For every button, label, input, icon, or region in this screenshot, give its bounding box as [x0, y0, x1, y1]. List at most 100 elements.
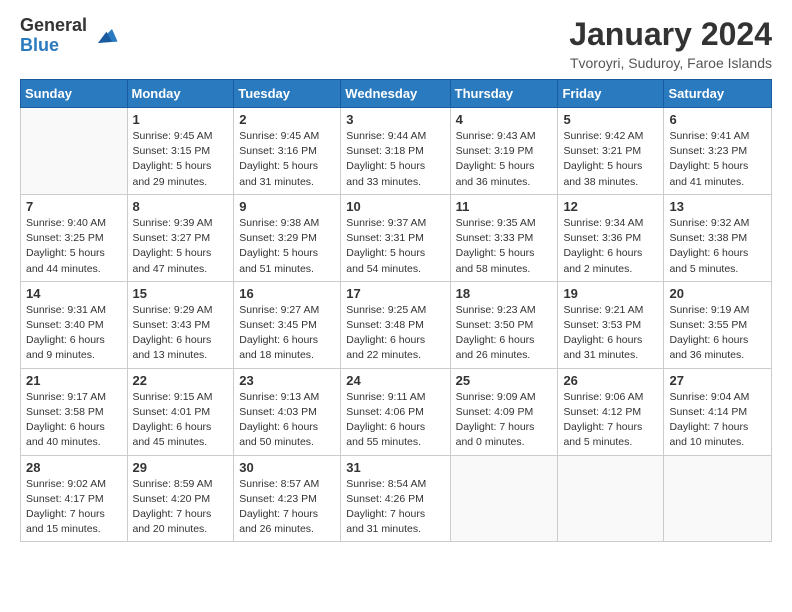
day-number: 5	[563, 112, 658, 127]
day-number: 22	[133, 373, 229, 388]
day-info: Sunrise: 9:39 AM Sunset: 3:27 PM Dayligh…	[133, 216, 229, 277]
header-wednesday: Wednesday	[341, 80, 450, 108]
logo: General Blue	[20, 16, 119, 56]
day-number: 24	[346, 373, 444, 388]
day-info: Sunrise: 9:31 AM Sunset: 3:40 PM Dayligh…	[26, 303, 122, 364]
day-number: 23	[239, 373, 335, 388]
day-number: 9	[239, 199, 335, 214]
calendar-cell: 22 Sunrise: 9:15 AM Sunset: 4:01 PM Dayli…	[127, 368, 234, 455]
calendar-cell: 12Sunrise: 9:34 AM Sunset: 3:36 PM Dayli…	[558, 194, 664, 281]
calendar-cell: 29 Sunrise: 8:59 AM Sunset: 4:20 PM Dayli…	[127, 455, 234, 542]
day-number: 7	[26, 199, 122, 214]
day-number: 4	[456, 112, 553, 127]
calendar-cell: 11 Sunrise: 9:35 AM Sunset: 3:33 PM Dayli…	[450, 194, 558, 281]
logo-general: General	[20, 16, 87, 36]
day-number: 30	[239, 460, 335, 475]
day-number: 13	[669, 199, 766, 214]
day-info: Sunrise: 8:59 AM Sunset: 4:20 PM Dayligh…	[133, 477, 229, 538]
day-info: Sunrise: 9:23 AM Sunset: 3:50 PM Dayligh…	[456, 303, 553, 364]
calendar-cell: 3Sunrise: 9:44 AM Sunset: 3:18 PM Daylig…	[341, 108, 450, 195]
calendar-cell: 16 Sunrise: 9:27 AM Sunset: 3:45 PM Dayli…	[234, 281, 341, 368]
day-info: Sunrise: 9:40 AM Sunset: 3:25 PM Dayligh…	[26, 216, 122, 277]
calendar-cell: 27Sunrise: 9:04 AM Sunset: 4:14 PM Dayli…	[664, 368, 772, 455]
day-info: Sunrise: 9:21 AM Sunset: 3:53 PM Dayligh…	[563, 303, 658, 364]
calendar-cell: 10 Sunrise: 9:37 AM Sunset: 3:31 PM Dayli…	[341, 194, 450, 281]
calendar-cell: 26Sunrise: 9:06 AM Sunset: 4:12 PM Dayli…	[558, 368, 664, 455]
calendar-cell: 14 Sunrise: 9:31 AM Sunset: 3:40 PM Dayli…	[21, 281, 128, 368]
calendar-cell: 28Sunrise: 9:02 AM Sunset: 4:17 PM Dayli…	[21, 455, 128, 542]
day-info: Sunrise: 9:13 AM Sunset: 4:03 PM Dayligh…	[239, 390, 335, 451]
day-info: Sunrise: 9:44 AM Sunset: 3:18 PM Dayligh…	[346, 129, 444, 190]
day-number: 11	[456, 199, 553, 214]
header-thursday: Thursday	[450, 80, 558, 108]
day-info: Sunrise: 9:11 AM Sunset: 4:06 PM Dayligh…	[346, 390, 444, 451]
day-info: Sunrise: 8:54 AM Sunset: 4:26 PM Dayligh…	[346, 477, 444, 538]
day-number: 27	[669, 373, 766, 388]
day-info: Sunrise: 9:34 AM Sunset: 3:36 PM Dayligh…	[563, 216, 658, 277]
calendar-cell: 1 Sunrise: 9:45 AM Sunset: 3:15 PM Daylig…	[127, 108, 234, 195]
calendar-week-row: 14 Sunrise: 9:31 AM Sunset: 3:40 PM Dayli…	[21, 281, 772, 368]
calendar-cell: 31Sunrise: 8:54 AM Sunset: 4:26 PM Dayli…	[341, 455, 450, 542]
day-info: Sunrise: 9:25 AM Sunset: 3:48 PM Dayligh…	[346, 303, 444, 364]
calendar-cell: 23 Sunrise: 9:13 AM Sunset: 4:03 PM Dayli…	[234, 368, 341, 455]
calendar-cell: 17 Sunrise: 9:25 AM Sunset: 3:48 PM Dayli…	[341, 281, 450, 368]
calendar-cell: 13 Sunrise: 9:32 AM Sunset: 3:38 PM Dayli…	[664, 194, 772, 281]
day-number: 15	[133, 286, 229, 301]
calendar-cell: 18 Sunrise: 9:23 AM Sunset: 3:50 PM Dayli…	[450, 281, 558, 368]
day-info: Sunrise: 9:15 AM Sunset: 4:01 PM Dayligh…	[133, 390, 229, 451]
logo-blue: Blue	[20, 36, 87, 56]
day-info: Sunrise: 9:19 AM Sunset: 3:55 PM Dayligh…	[669, 303, 766, 364]
calendar-cell: 24 Sunrise: 9:11 AM Sunset: 4:06 PM Dayli…	[341, 368, 450, 455]
calendar-week-row: 7 Sunrise: 9:40 AM Sunset: 3:25 PM Daylig…	[21, 194, 772, 281]
calendar-cell	[21, 108, 128, 195]
calendar-cell	[664, 455, 772, 542]
day-number: 8	[133, 199, 229, 214]
day-number: 19	[563, 286, 658, 301]
day-number: 10	[346, 199, 444, 214]
day-number: 14	[26, 286, 122, 301]
calendar-table: SundayMondayTuesdayWednesdayThursdayFrid…	[20, 79, 772, 542]
day-info: Sunrise: 9:38 AM Sunset: 3:29 PM Dayligh…	[239, 216, 335, 277]
header-monday: Monday	[127, 80, 234, 108]
day-info: Sunrise: 9:29 AM Sunset: 3:43 PM Dayligh…	[133, 303, 229, 364]
calendar-cell: 4 Sunrise: 9:43 AM Sunset: 3:19 PM Daylig…	[450, 108, 558, 195]
calendar-cell: 20 Sunrise: 9:19 AM Sunset: 3:55 PM Dayli…	[664, 281, 772, 368]
calendar-cell: 21Sunrise: 9:17 AM Sunset: 3:58 PM Dayli…	[21, 368, 128, 455]
calendar-cell: 15 Sunrise: 9:29 AM Sunset: 3:43 PM Dayli…	[127, 281, 234, 368]
day-number: 29	[133, 460, 229, 475]
day-number: 2	[239, 112, 335, 127]
day-info: Sunrise: 9:32 AM Sunset: 3:38 PM Dayligh…	[669, 216, 766, 277]
day-number: 25	[456, 373, 553, 388]
calendar-cell	[558, 455, 664, 542]
header-tuesday: Tuesday	[234, 80, 341, 108]
title-block: January 2024 Tvoroyri, Suduroy, Faroe Is…	[569, 16, 772, 71]
calendar-cell: 9 Sunrise: 9:38 AM Sunset: 3:29 PM Daylig…	[234, 194, 341, 281]
day-info: Sunrise: 9:45 AM Sunset: 3:15 PM Dayligh…	[133, 129, 229, 190]
day-info: Sunrise: 9:42 AM Sunset: 3:21 PM Dayligh…	[563, 129, 658, 190]
day-number: 20	[669, 286, 766, 301]
day-number: 18	[456, 286, 553, 301]
calendar-cell: 19 Sunrise: 9:21 AM Sunset: 3:53 PM Dayli…	[558, 281, 664, 368]
day-number: 6	[669, 112, 766, 127]
day-info: Sunrise: 9:43 AM Sunset: 3:19 PM Dayligh…	[456, 129, 553, 190]
calendar-cell: 5 Sunrise: 9:42 AM Sunset: 3:21 PM Daylig…	[558, 108, 664, 195]
calendar-cell: 8 Sunrise: 9:39 AM Sunset: 3:27 PM Daylig…	[127, 194, 234, 281]
header-friday: Friday	[558, 80, 664, 108]
day-info: Sunrise: 9:27 AM Sunset: 3:45 PM Dayligh…	[239, 303, 335, 364]
day-number: 1	[133, 112, 229, 127]
day-number: 16	[239, 286, 335, 301]
logo-icon	[91, 22, 119, 50]
calendar-cell: 2Sunrise: 9:45 AM Sunset: 3:16 PM Daylig…	[234, 108, 341, 195]
day-number: 21	[26, 373, 122, 388]
header-saturday: Saturday	[664, 80, 772, 108]
calendar-cell: 6 Sunrise: 9:41 AM Sunset: 3:23 PM Daylig…	[664, 108, 772, 195]
calendar-cell	[450, 455, 558, 542]
day-number: 28	[26, 460, 122, 475]
day-info: Sunrise: 9:37 AM Sunset: 3:31 PM Dayligh…	[346, 216, 444, 277]
calendar-cell: 25Sunrise: 9:09 AM Sunset: 4:09 PM Dayli…	[450, 368, 558, 455]
day-number: 17	[346, 286, 444, 301]
day-info: Sunrise: 8:57 AM Sunset: 4:23 PM Dayligh…	[239, 477, 335, 538]
day-info: Sunrise: 9:35 AM Sunset: 3:33 PM Dayligh…	[456, 216, 553, 277]
calendar-week-row: 28Sunrise: 9:02 AM Sunset: 4:17 PM Dayli…	[21, 455, 772, 542]
day-info: Sunrise: 9:41 AM Sunset: 3:23 PM Dayligh…	[669, 129, 766, 190]
